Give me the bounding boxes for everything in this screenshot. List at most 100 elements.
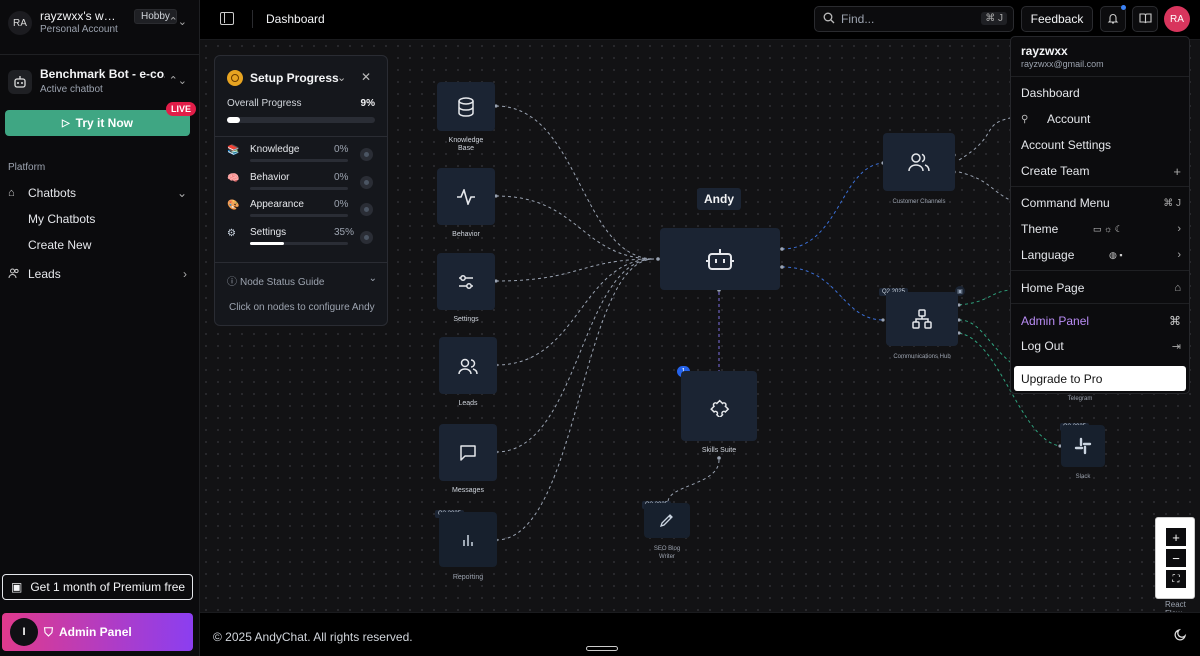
menu-item-account[interactable]: ⚲ Account xyxy=(1021,110,1181,128)
workspace-switcher[interactable]: RA rayzwxx's wo... Personal Account Hobb… xyxy=(8,8,193,38)
breadcrumb: Dashboard xyxy=(266,12,325,26)
search-input[interactable]: Find... ⌘ J xyxy=(814,6,1014,32)
setup-item-progress-bar xyxy=(250,241,348,245)
docs-button[interactable] xyxy=(1132,6,1158,32)
node-settings[interactable] xyxy=(437,253,495,310)
react-flow-attribution[interactable]: React Flow xyxy=(1165,600,1200,612)
node-knowledge-base[interactable] xyxy=(437,82,495,131)
setup-item-settings[interactable]: ⚙ Settings 35% xyxy=(227,227,377,251)
try-label: Try it Now xyxy=(75,116,134,130)
premium-offer-button[interactable]: ▣ Get 1 month of Premium free xyxy=(2,574,193,600)
setup-item-behavior[interactable]: 🧠 Behavior 0% xyxy=(227,172,377,196)
try-it-now-button[interactable]: ▷ Try it Now xyxy=(5,110,190,136)
users-icon xyxy=(8,267,22,282)
setup-item-percent: 35% xyxy=(334,226,355,238)
scroll-handle[interactable] xyxy=(586,646,618,651)
activity-icon xyxy=(457,188,475,205)
menu-item-label: Log Out xyxy=(1021,339,1064,353)
menu-item-label: Admin Panel xyxy=(1021,314,1090,328)
status-dot-icon xyxy=(360,203,373,216)
menu-item-theme[interactable]: Theme ▭ ☼ ☾ › xyxy=(1021,220,1181,238)
globe-flag-icon: ◍ ▪ xyxy=(1109,249,1123,260)
chatbot-switcher[interactable]: Benchmark Bot - e-co... Active chatbot ⌃… xyxy=(8,67,193,96)
menu-item-command-menu[interactable]: Command Menu ⌘ J xyxy=(1021,194,1181,212)
node-bot-andy[interactable] xyxy=(660,228,780,290)
brain-icon: 🧠 xyxy=(227,172,240,184)
divider xyxy=(1011,76,1189,77)
overall-progress-label: Overall Progress xyxy=(227,98,302,109)
chevron-right-icon: › xyxy=(1177,223,1181,235)
admin-panel-button[interactable]: I ⛉ Admin Panel xyxy=(2,613,193,651)
command-icon: ⌘ xyxy=(1169,314,1181,328)
divider xyxy=(0,54,200,55)
node-label: Messages xyxy=(452,487,484,494)
node-label: Reporting xyxy=(452,574,484,581)
menu-item-dashboard[interactable]: Dashboard xyxy=(1021,84,1181,102)
node-communications-hub[interactable] xyxy=(886,292,958,346)
pen-icon xyxy=(659,513,673,527)
divider xyxy=(1011,270,1189,271)
sidebar-item-leads[interactable]: Leads › xyxy=(8,263,193,285)
setup-item-appearance[interactable]: 🎨 Appearance 0% xyxy=(227,199,377,223)
setup-item-percent: 0% xyxy=(334,144,349,155)
workspace-avatar: RA xyxy=(8,11,32,35)
menu-item-account-settings[interactable]: Account Settings xyxy=(1021,136,1181,154)
fit-view-button[interactable]: ⛶ xyxy=(1166,570,1186,588)
notifications-button[interactable] xyxy=(1100,5,1126,32)
setup-item-percent: 0% xyxy=(334,199,349,210)
node-status-guide-toggle[interactable]: ⓘ Node Status Guide ⌄ xyxy=(227,273,377,288)
node-reporting[interactable] xyxy=(439,512,497,567)
chevron-down-icon[interactable]: ⌄ xyxy=(337,71,346,84)
shortcut-hint: ⌘ J xyxy=(981,12,1007,25)
admin-avatar: I xyxy=(10,618,38,646)
node-label: Skills Suite xyxy=(701,447,737,454)
setup-hint: Click on nodes to configure Andy xyxy=(229,302,375,313)
books-icon: 📚 xyxy=(227,145,240,156)
menu-item-label: Account xyxy=(1047,112,1091,126)
close-icon[interactable]: ✕ xyxy=(361,70,371,84)
node-customer-channels[interactable] xyxy=(883,133,955,191)
menu-item-create-team[interactable]: Create Team + xyxy=(1021,162,1181,180)
overall-progress-value: 9% xyxy=(360,98,375,109)
theme-toggle-button[interactable] xyxy=(1174,628,1188,642)
sidebar-item-chatbots[interactable]: ⌂ Chatbots ⌄ xyxy=(8,182,193,204)
premium-label: Get 1 month of Premium free xyxy=(30,580,186,594)
node-messages[interactable] xyxy=(439,424,497,481)
menu-item-label: Create Team xyxy=(1021,164,1090,178)
zoom-in-button[interactable]: + xyxy=(1166,528,1186,546)
message-icon xyxy=(460,444,476,461)
divider xyxy=(215,262,387,263)
sidebar-item-my-chatbots[interactable]: My Chatbots xyxy=(28,212,95,226)
notification-dot xyxy=(1121,5,1126,10)
menu-item-home-page[interactable]: Home Page ⌂ xyxy=(1021,279,1181,297)
node-slack[interactable] xyxy=(1061,425,1105,467)
setup-item-knowledge[interactable]: 📚 Knowledge 0% xyxy=(227,144,377,168)
menu-item-language[interactable]: Language ◍ ▪ › xyxy=(1021,246,1181,264)
clock-icon xyxy=(227,70,243,86)
sidebar-item-create-new[interactable]: Create New xyxy=(28,238,91,252)
node-seo-blog-writer[interactable] xyxy=(644,503,690,538)
zoom-out-button[interactable]: − xyxy=(1166,549,1186,567)
menu-item-admin-panel[interactable]: Admin Panel ⌘ xyxy=(1021,312,1181,330)
menu-item-label: Home Page xyxy=(1021,281,1085,295)
chevron-right-icon: › xyxy=(1177,249,1181,261)
sidebar-toggle-icon[interactable] xyxy=(220,12,234,25)
chevron-updown-icon: ⌃⌄ xyxy=(168,75,187,87)
node-leads[interactable] xyxy=(439,337,497,394)
overall-progress-bar xyxy=(227,117,375,123)
node-label: Customer Channels xyxy=(892,199,946,205)
upgrade-to-pro-button[interactable]: Upgrade to Pro xyxy=(1014,366,1186,391)
divider xyxy=(215,136,387,137)
book-icon xyxy=(1138,12,1152,27)
feedback-button[interactable]: Feedback xyxy=(1021,6,1093,32)
users-icon xyxy=(458,358,478,374)
users-icon xyxy=(908,153,930,172)
search-placeholder: Find... xyxy=(841,12,875,26)
menu-item-log-out[interactable]: Log Out ⇥ xyxy=(1021,337,1181,355)
node-label: Behavior xyxy=(452,231,480,238)
node-behavior[interactable] xyxy=(437,168,495,225)
node-skills-suite[interactable] xyxy=(681,371,757,441)
user-avatar-button[interactable]: RA xyxy=(1164,6,1190,32)
node-label: Telegram xyxy=(1067,396,1093,402)
gear-icon: ⚙ xyxy=(227,227,236,239)
